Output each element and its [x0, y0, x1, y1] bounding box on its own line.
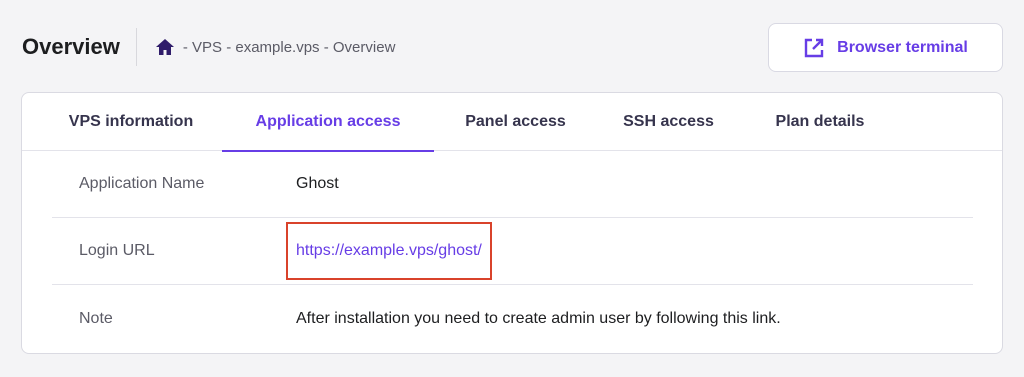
home-icon[interactable]	[155, 38, 175, 56]
tab-bar: VPS information Application access Panel…	[22, 93, 1002, 152]
details-table: Application Name Ghost Login URL https:/…	[22, 151, 1002, 352]
tab-panel-access[interactable]: Panel access	[434, 93, 597, 151]
login-url-link[interactable]: https://example.vps/ghost/	[296, 242, 482, 259]
breadcrumb-path: - VPS - example.vps - Overview	[182, 38, 396, 56]
row-label: Application Name	[79, 175, 205, 192]
browser-terminal-label: Browser terminal	[837, 38, 968, 56]
page-header: Overview - VPS - example.vps - Overview …	[22, 22, 1003, 72]
tab-plan-details[interactable]: Plan details	[740, 93, 900, 151]
application-name-value: Ghost	[296, 175, 339, 192]
row-label: Note	[79, 309, 113, 327]
table-row: Login URL https://example.vps/ghost/	[52, 218, 973, 285]
table-row: Application Name Ghost	[52, 151, 973, 218]
note-value: After installation you need to create ad…	[296, 309, 781, 327]
external-link-icon	[803, 37, 825, 59]
login-url-highlight: https://example.vps/ghost/	[286, 222, 492, 280]
browser-terminal-button[interactable]: Browser terminal	[768, 23, 1003, 72]
vps-overview-card: VPS information Application access Panel…	[21, 92, 1003, 354]
tab-vps-information[interactable]: VPS information	[40, 93, 222, 151]
page-title: Overview	[22, 34, 120, 59]
row-label: Login URL	[79, 242, 155, 259]
breadcrumb: - VPS - example.vps - Overview	[155, 38, 396, 56]
header-divider	[135, 28, 137, 66]
tab-ssh-access[interactable]: SSH access	[597, 93, 740, 151]
tab-application-access[interactable]: Application access	[222, 93, 434, 152]
table-row: Note After installation you need to crea…	[52, 285, 973, 352]
highlight-box: https://example.vps/ghost/	[286, 222, 492, 280]
